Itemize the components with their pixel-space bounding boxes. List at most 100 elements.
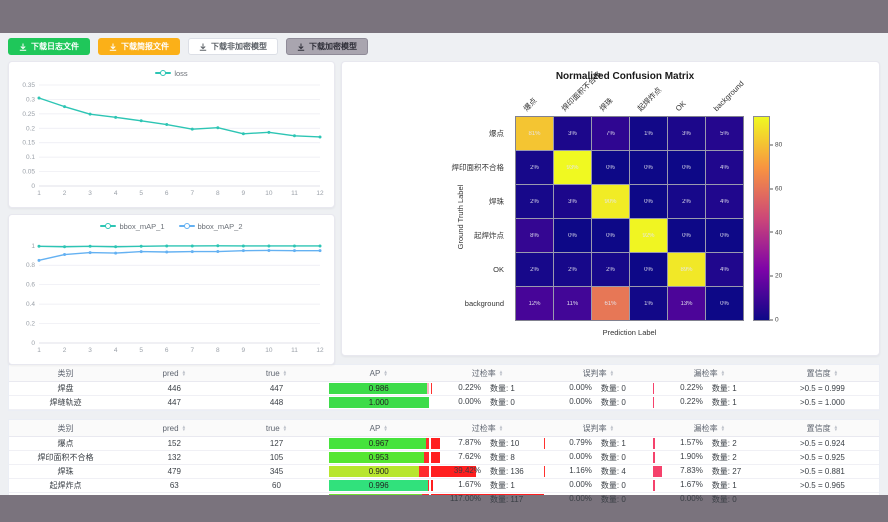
column-header[interactable]: 误判率▲▼ (544, 365, 653, 381)
column-header[interactable]: true▲▼ (226, 365, 326, 381)
matrix-cell: 12% (516, 287, 553, 320)
matrix-cell: 1% (630, 117, 667, 150)
sort-icon[interactable]: ▲▼ (610, 425, 614, 432)
download-plain-model-button[interactable]: 下载非加密模型 (188, 38, 278, 55)
cell-class: 焊缝轨迹 (9, 396, 122, 409)
matrix-row-label: 爆点 (342, 117, 510, 151)
colorbar-tick: 0 (770, 317, 779, 324)
matrix-column-label: 起焊炸点 (636, 85, 664, 113)
svg-text:6: 6 (165, 190, 169, 197)
cell-pred: 479 (122, 465, 226, 478)
confusion-matrix-row-labels: 爆点焊印面积不合格焊珠起焊炸点OKbackground (342, 117, 510, 320)
legend-item[interactable]: bbox_mAP_2 (179, 222, 243, 231)
cell-over-detection-rate: 0.22%数量: 1 (431, 382, 544, 395)
svg-text:0: 0 (31, 340, 35, 347)
cell-over-detection-rate: 1.67%数量: 1 (431, 479, 544, 492)
column-header[interactable]: 漏检率▲▼ (653, 365, 766, 381)
table-row: 爆点1521270.9677.87%数量: 100.79%数量: 11.57%数… (9, 437, 879, 451)
svg-text:0: 0 (31, 183, 35, 190)
svg-text:0.35: 0.35 (22, 82, 35, 89)
sort-icon[interactable]: ▲▼ (834, 370, 838, 377)
column-header[interactable]: pred▲▼ (122, 420, 226, 436)
table-row: 焊珠4793450.90039.42%数量: 1361.16%数量: 47.83… (9, 465, 879, 479)
column-header[interactable]: true▲▼ (226, 420, 326, 436)
column-header[interactable]: AP▲▼ (327, 365, 431, 381)
confusion-matrix-grid: 81%3%7%1%3%5%2%93%0%0%0%4%2%3%90%0%2%4%8… (516, 117, 743, 320)
cell-true: 105 (226, 451, 326, 464)
sort-icon[interactable]: ▲▼ (721, 370, 725, 377)
matrix-row-label: OK (342, 252, 510, 286)
cell-class: 焊珠 (9, 465, 122, 478)
cell-over-detection-rate: 0.00%数量: 0 (431, 396, 544, 409)
column-header[interactable]: 过检率▲▼ (431, 420, 544, 436)
column-header[interactable]: AP▲▼ (327, 420, 431, 436)
sort-icon[interactable]: ▲▼ (834, 425, 838, 432)
matrix-cell: 89% (668, 253, 705, 286)
column-header[interactable]: 误判率▲▼ (544, 420, 653, 436)
matrix-cell: 3% (668, 117, 705, 150)
window-chrome-top (0, 0, 888, 33)
legend-item[interactable]: bbox_mAP_1 (100, 222, 164, 231)
sort-icon[interactable]: ▲▼ (610, 370, 614, 377)
colorbar-tick: 20 (770, 273, 782, 280)
matrix-cell: 90% (592, 185, 629, 218)
sort-icon[interactable]: ▲▼ (499, 370, 503, 377)
cell-pred: 446 (122, 382, 226, 395)
legend-item[interactable]: loss (155, 69, 187, 78)
matrix-cell: 0% (706, 219, 743, 252)
matrix-cell: 92% (630, 219, 667, 252)
column-header[interactable]: pred▲▼ (122, 365, 226, 381)
column-header[interactable]: 过检率▲▼ (431, 365, 544, 381)
sort-icon[interactable]: ▲▼ (182, 370, 186, 377)
sort-icon[interactable]: ▲▼ (283, 425, 287, 432)
table-row: 焊缝轨迹4474481.0000.00%数量: 00.00%数量: 00.22%… (9, 396, 879, 410)
cell-misjudge-rate: 0.00%数量: 0 (544, 382, 653, 395)
button-label: 下载加密模型 (309, 41, 357, 52)
matrix-cell: 0% (668, 219, 705, 252)
svg-text:8: 8 (216, 347, 220, 354)
matrix-cell: 4% (706, 253, 743, 286)
cell-miss-rate: 0.22%数量: 1 (653, 382, 766, 395)
cell-pred: 63 (122, 479, 226, 492)
svg-text:1: 1 (37, 347, 41, 354)
confusion-matrix-xlabel: Prediction Label (516, 328, 743, 337)
button-label: 下载非加密模型 (211, 41, 267, 52)
cell-true: 447 (226, 382, 326, 395)
svg-text:5: 5 (139, 347, 143, 354)
cell-misjudge-rate: 0.00%数量: 0 (544, 451, 653, 464)
download-encrypted-model-button[interactable]: 下载加密模型 (286, 38, 368, 55)
matrix-column-label: background (712, 79, 746, 113)
column-header[interactable]: 置信度▲▼ (766, 420, 879, 436)
cell-true: 448 (226, 396, 326, 409)
cell-misjudge-rate: 0.00%数量: 0 (544, 493, 653, 506)
svg-text:0.2: 0.2 (26, 321, 35, 328)
cell-confidence: >0.5 = 0.881 (766, 465, 879, 478)
svg-text:12: 12 (316, 190, 324, 197)
svg-text:1: 1 (31, 243, 35, 250)
matrix-cell: 0% (630, 151, 667, 184)
colorbar-tick: 80 (770, 142, 782, 149)
column-header: 类别 (9, 365, 122, 381)
download-report-button[interactable]: 下载简报文件 (98, 38, 180, 55)
sort-icon[interactable]: ▲▼ (383, 425, 387, 432)
sort-icon[interactable]: ▲▼ (182, 425, 186, 432)
table-header-row: 类别pred▲▼true▲▼AP▲▼过检率▲▼误判率▲▼漏检率▲▼置信度▲▼ (9, 365, 879, 382)
sort-icon[interactable]: ▲▼ (721, 425, 725, 432)
svg-text:0.25: 0.25 (22, 111, 35, 118)
matrix-column-label: 爆点 (522, 96, 539, 113)
matrix-cell: 0% (630, 185, 667, 218)
download-log-button[interactable]: 下载日志文件 (8, 38, 90, 55)
matrix-cell: 2% (554, 253, 591, 286)
sort-icon[interactable]: ▲▼ (499, 425, 503, 432)
sort-icon[interactable]: ▲▼ (283, 370, 287, 377)
matrix-cell: 0% (592, 151, 629, 184)
cell-over-detection-rate: 117.00%数量: 117 (431, 493, 544, 506)
cell-ap: 0.900 (327, 465, 431, 478)
matrix-cell: 81% (516, 117, 553, 150)
matrix-row-label: 起焊炸点 (342, 218, 510, 252)
sort-icon[interactable]: ▲▼ (383, 370, 387, 377)
cell-confidence: >0.5 = 0.924 (766, 437, 879, 450)
colorbar-tick: 60 (770, 186, 782, 193)
column-header[interactable]: 置信度▲▼ (766, 365, 879, 381)
column-header[interactable]: 漏检率▲▼ (653, 420, 766, 436)
